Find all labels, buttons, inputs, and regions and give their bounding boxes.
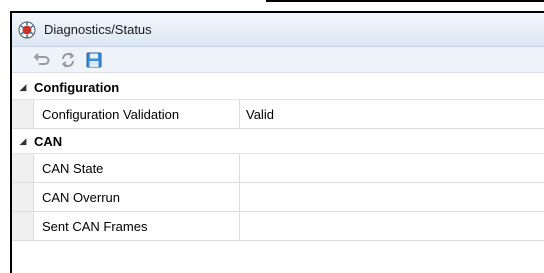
save-button[interactable]: [84, 50, 104, 70]
outer-frame-edge: [266, 0, 544, 2]
property-grid: ◢ Configuration Configuration Validation…: [12, 75, 544, 241]
refresh-icon: [61, 51, 75, 68]
undo-arrow-icon: [34, 52, 50, 65]
save-disk-icon: [86, 52, 102, 67]
property-value[interactable]: [240, 212, 544, 240]
refresh-button[interactable]: [58, 50, 78, 70]
category-label: CAN: [34, 133, 63, 149]
property-row[interactable]: CAN State: [12, 154, 544, 183]
property-row[interactable]: Sent CAN Frames: [12, 212, 544, 241]
property-value[interactable]: [240, 183, 544, 211]
property-name: CAN Overrun: [34, 183, 240, 211]
category-can[interactable]: ◢ CAN: [12, 129, 544, 154]
undo-button[interactable]: [32, 50, 52, 70]
category-configuration[interactable]: ◢ Configuration: [12, 75, 544, 100]
property-name: Configuration Validation: [34, 100, 240, 128]
collapse-triangle-icon[interactable]: ◢: [12, 82, 34, 93]
property-value[interactable]: [240, 154, 544, 182]
category-label: Configuration: [34, 79, 120, 95]
window-title: Diagnostics/Status: [44, 22, 152, 37]
app-logo-icon: [18, 21, 36, 39]
title-bar[interactable]: Diagnostics/Status: [12, 13, 544, 47]
toolbar: [12, 47, 544, 73]
diagnostics-status-window: Diagnostics/Status ◢ Configuration Confi…: [10, 11, 544, 273]
property-value[interactable]: Valid: [240, 100, 544, 128]
property-row[interactable]: CAN Overrun: [12, 183, 544, 212]
property-row[interactable]: Configuration Validation Valid: [12, 100, 544, 129]
property-name: Sent CAN Frames: [34, 212, 240, 240]
collapse-triangle-icon[interactable]: ◢: [12, 136, 34, 147]
property-name: CAN State: [34, 154, 240, 182]
